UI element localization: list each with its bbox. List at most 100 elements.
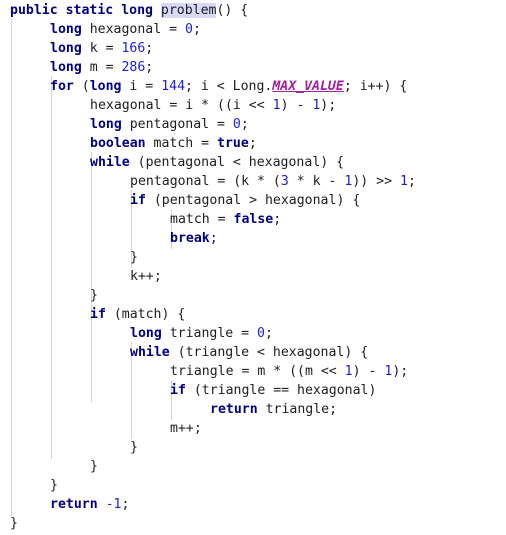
code-token: match =: [145, 136, 218, 151]
code-token: }: [50, 478, 58, 493]
code-line[interactable]: long m = 286;: [10, 58, 506, 77]
code-token: m =: [81, 60, 122, 75]
code-token: while: [90, 155, 130, 170]
code-line[interactable]: triangle = m * ((m << 1) - 1);: [10, 362, 506, 381]
code-line[interactable]: m++;: [10, 419, 506, 438]
code-token: true: [217, 136, 249, 151]
code-line[interactable]: }: [10, 438, 506, 457]
code-token: 0: [257, 326, 265, 341]
code-token: (match) {: [105, 307, 186, 322]
code-token: m++;: [170, 421, 202, 436]
code-token: 3: [280, 174, 289, 189]
code-token: ;: [265, 326, 273, 341]
code-token: pentagonal = (k * (: [130, 174, 281, 189]
code-token: 0: [184, 22, 193, 37]
code-line[interactable]: long hexagonal = 0;: [10, 20, 506, 39]
code-token: }: [90, 288, 98, 303]
code-token: (pentagonal < hexagonal) {: [129, 155, 345, 170]
code-token: pentagonal =: [121, 117, 233, 132]
code-token: * k -: [288, 174, 345, 189]
code-token: (pentagonal > hexagonal) {: [145, 193, 361, 208]
code-token: return: [210, 402, 258, 417]
code-token: ) -: [352, 364, 385, 379]
code-token: (: [73, 79, 90, 94]
code-token: ;: [145, 60, 154, 75]
code-token: long: [89, 79, 122, 94]
code-token: 1: [399, 174, 408, 189]
code-token: ;: [407, 174, 416, 189]
code-line[interactable]: while (pentagonal < hexagonal) {: [10, 153, 506, 172]
code-token: k =: [81, 41, 122, 56]
code-token: ;: [145, 41, 154, 56]
code-token: long: [121, 3, 153, 18]
code-line[interactable]: k++;: [10, 267, 506, 286]
code-token: (triangle == hexagonal): [185, 383, 377, 398]
code-line[interactable]: boolean match = true;: [10, 134, 506, 153]
code-token: 286: [121, 60, 146, 75]
code-token: hexagonal =: [81, 22, 185, 37]
code-line[interactable]: public static long problem() {: [10, 1, 506, 20]
code-token: triangle =: [161, 326, 258, 341]
code-token: 1: [344, 364, 353, 379]
code-token: if: [170, 383, 186, 398]
code-token: long: [50, 22, 82, 37]
code-token: while: [130, 345, 170, 360]
code-line[interactable]: if (triangle == hexagonal): [10, 381, 506, 400]
code-line[interactable]: }: [10, 514, 506, 533]
code-token: ;: [121, 497, 130, 512]
code-token: break: [170, 231, 210, 246]
code-token: problem: [160, 3, 217, 18]
code-token: }: [130, 250, 138, 265]
code-token: triangle = m * ((m <<: [170, 364, 345, 379]
code-token: hexagonal = i * ((i <<: [90, 98, 273, 113]
code-token: 1: [272, 98, 281, 113]
code-line[interactable]: }: [10, 457, 506, 476]
code-token: 0: [232, 117, 241, 132]
code-token: }: [90, 459, 98, 474]
code-line[interactable]: }: [10, 476, 506, 495]
code-line[interactable]: return triangle;: [10, 400, 506, 419]
code-line[interactable]: match = false;: [10, 210, 506, 229]
code-token: ;: [192, 22, 201, 37]
code-line[interactable]: if (pentagonal > hexagonal) {: [10, 191, 506, 210]
code-token: false: [233, 212, 274, 227]
code-line[interactable]: break;: [10, 229, 506, 248]
code-token: if: [130, 193, 146, 208]
code-token: 144: [161, 79, 186, 94]
code-token: return: [50, 497, 98, 512]
code-content[interactable]: public static long problem() {long hexag…: [0, 0, 506, 533]
code-line[interactable]: pentagonal = (k * (3 * k - 1)) >> 1;: [10, 172, 506, 191]
code-line[interactable]: long pentagonal = 0;: [10, 115, 506, 134]
code-token: match =: [170, 212, 234, 227]
code-line[interactable]: hexagonal = i * ((i << 1) - 1);: [10, 96, 506, 115]
code-token: ;: [209, 231, 218, 246]
code-token: MAX_VALUE: [272, 79, 344, 94]
code-token: ; i < Long.: [185, 79, 273, 94]
code-token: long: [130, 326, 162, 341]
code-line[interactable]: }: [10, 248, 506, 267]
code-line[interactable]: return -1;: [10, 495, 506, 514]
code-line[interactable]: long k = 166;: [10, 39, 506, 58]
code-token: ; i++) {: [343, 79, 408, 94]
code-line[interactable]: while (triangle < hexagonal) {: [10, 343, 506, 362]
code-token: if: [90, 307, 106, 322]
code-token: triangle;: [257, 402, 338, 417]
code-editor[interactable]: public static long problem() {long hexag…: [0, 0, 506, 535]
code-token: i =: [121, 79, 162, 94]
code-line[interactable]: for (long i = 144; i < Long.MAX_VALUE; i…: [10, 77, 506, 96]
code-token: -1: [105, 497, 122, 512]
code-token: )) >>: [352, 174, 400, 189]
code-line[interactable]: if (match) {: [10, 305, 506, 324]
code-line[interactable]: }: [10, 286, 506, 305]
code-token: long: [50, 41, 82, 56]
code-token: long: [50, 60, 82, 75]
code-token: long: [90, 117, 122, 132]
code-line[interactable]: long triangle = 0;: [10, 324, 506, 343]
code-token: for: [50, 79, 74, 94]
code-token: }: [10, 516, 18, 531]
code-token: static: [65, 3, 114, 18]
